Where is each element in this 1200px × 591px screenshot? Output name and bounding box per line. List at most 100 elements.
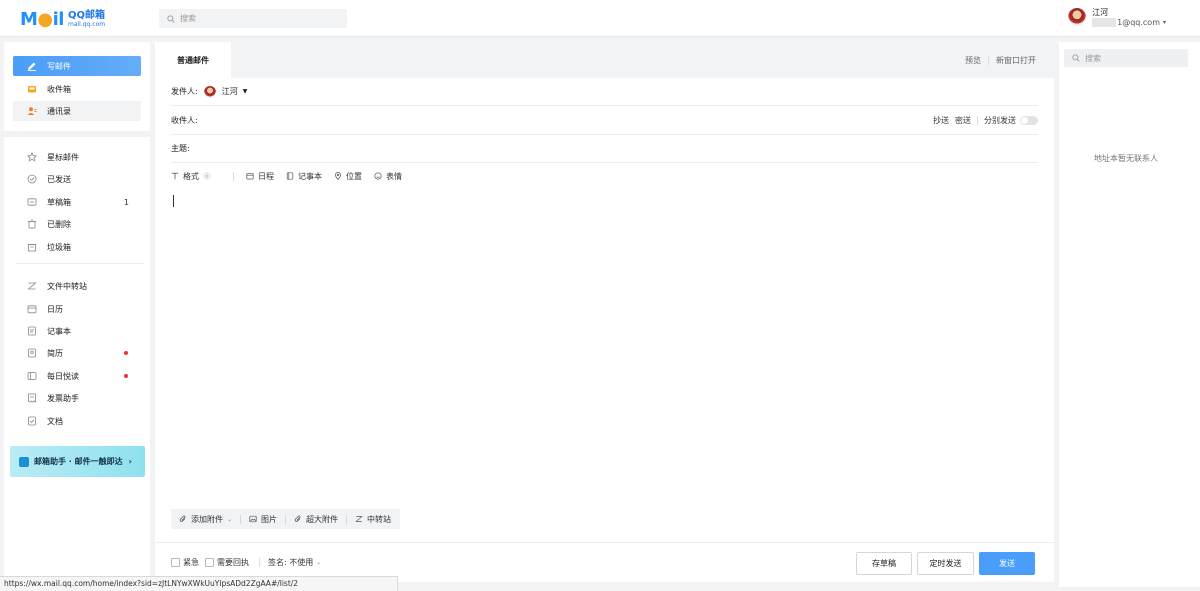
sidebar-item-contacts[interactable]: 通讯录 [13,101,141,121]
sidebar-item-label: 文档 [47,416,63,426]
emoji-icon [374,172,386,180]
paperclip-icon [179,515,191,523]
paperclip-icon [294,515,306,523]
sidebar-item-docs[interactable]: 文档 [13,411,141,431]
spam-icon [27,242,37,252]
avatar[interactable] [1068,8,1087,26]
large-attachment-button[interactable]: 超大附件 [294,514,338,525]
sidebar-item-label: 草稿箱 [47,197,71,207]
inbox-icon [27,84,37,94]
search-input[interactable]: 搜索 [159,9,347,28]
notepad-icon [27,326,37,336]
timed-send-button[interactable]: 定时发送 [917,552,974,575]
to-label: 收件人: [171,116,198,125]
image-button[interactable]: 图片 [249,514,277,525]
trash-icon [27,219,37,229]
format-button[interactable]: 格式 › [171,171,211,182]
sidebar-item-starred[interactable]: 星标邮件 [13,147,141,167]
draft-icon [27,197,37,207]
sidebar-item-drafts[interactable]: 草稿箱 1 [13,192,141,212]
chevron-right-icon: › [203,172,211,180]
search-placeholder: 搜索 [180,14,196,23]
logo-domain: mail.qq.com [67,20,106,28]
caret-down-icon[interactable]: ▼ [243,88,248,95]
sidebar-item-resume[interactable]: 简历 [13,343,141,363]
send-button[interactable]: 发送 [979,552,1035,575]
user-menu[interactable]: 江河 1@qq.com ▾ [1068,8,1166,27]
contact-search-input[interactable]: 搜索 [1064,49,1188,67]
schedule-button[interactable]: 日程 [246,171,274,182]
logo-text: QQ邮箱 [67,9,105,21]
subject-row[interactable]: 主题: [171,135,1038,163]
star-icon [27,152,37,162]
text-cursor[interactable] [173,195,174,207]
logo-mail-wordmark: M●il [20,8,65,30]
sent-icon [27,174,37,184]
separate-send-toggle[interactable] [1020,116,1038,125]
notepad-icon [286,172,298,180]
sidebar-item-label: 日历 [47,304,63,314]
emoji-button[interactable]: 表情 [374,171,402,182]
empty-contacts-text: 地址本暂无联系人 [1094,154,1158,163]
signature-select[interactable]: 签名: 不使用 [268,557,313,568]
attachment-bar: 添加附件 ⌄ 图片 超大附件 中转站 [171,509,400,529]
sidebar-item-label: 发票助手 [47,393,79,403]
checkbox-icon [205,558,214,567]
compose-panel: 普通邮件 预览 新窗口打开 发件人: 江河 ▼ 收件人: 抄送 密送 分别发送 … [155,42,1054,582]
separate-send-label: 分别发送 [984,116,1016,125]
urgent-checkbox[interactable]: 紧急 [171,557,199,568]
draft-count-badge: 1 [123,197,129,207]
sidebar-item-label: 垃圾箱 [47,242,71,252]
bcc-link[interactable]: 密送 [955,115,971,126]
reading-icon [27,371,37,381]
compose-label: 写邮件 [47,61,71,71]
sidebar-item-invoice-helper[interactable]: 发票助手 [13,388,141,408]
resume-icon [27,348,37,358]
user-name: 江河 [1092,8,1109,17]
chevron-down-icon[interactable]: ⌄ [316,559,321,566]
sidebar-item-notepad[interactable]: 记事本 [13,321,141,341]
sidebar-item-label: 收件箱 [47,84,71,94]
to-row[interactable]: 收件人: 抄送 密送 分别发送 [171,107,1038,135]
image-icon [249,515,261,523]
compose-button[interactable]: 写邮件 [13,56,141,76]
sidebar-item-label: 记事本 [47,326,71,336]
divider [16,263,144,264]
notification-dot [124,374,128,378]
sidebar-item-calendar[interactable]: 日历 [13,299,141,319]
transfer-station-button[interactable]: 中转站 [355,514,391,525]
sidebar-item-sent[interactable]: 已发送 [13,169,141,189]
receipt-checkbox[interactable]: 需要回执 [205,557,249,568]
notification-dot [124,351,128,355]
checkbox-icon [171,558,180,567]
chevron-down-icon: ⌄ [227,515,233,523]
preview-link[interactable]: 预览 [965,55,981,66]
save-draft-button[interactable]: 存草稿 [856,552,912,575]
sidebar-item-file-transfer[interactable]: 文件中转站 [13,276,141,296]
sidebar-item-spam[interactable]: 垃圾箱 [13,237,141,257]
location-button[interactable]: 位置 [334,171,362,182]
sidebar-item-deleted[interactable]: 已删除 [13,214,141,234]
pencil-icon [27,61,47,71]
notepad-button[interactable]: 记事本 [286,171,322,182]
from-name[interactable]: 江河 [222,86,238,97]
contacts-icon [27,106,37,116]
sidebar-item-daily-reading[interactable]: 每日悦读 [13,366,141,386]
mailbox-assistant-banner[interactable]: 邮箱助手 · 邮件一触即达 › [10,446,145,477]
tab-normal-mail[interactable]: 普通邮件 [155,42,231,78]
from-row: 发件人: 江河 ▼ [171,78,1038,106]
sidebar-item-inbox[interactable]: 收件箱 [13,79,141,99]
sidebar-item-label: 通讯录 [47,106,71,116]
sidebar-item-label: 已删除 [47,219,71,229]
open-new-window-link[interactable]: 新窗口打开 [996,55,1036,66]
logo[interactable]: M●il QQ邮箱 mail.qq.com [20,8,105,30]
invoice-icon [27,393,37,403]
calendar-icon [246,172,258,180]
sidebar-item-label: 简历 [47,348,63,358]
add-attachment-button[interactable]: 添加附件 ⌄ [179,514,232,525]
sender-avatar [203,85,216,98]
user-email: 1@qq.com ▾ [1092,18,1166,28]
search-icon [167,14,180,23]
chevron-down-icon: ▾ [1162,18,1166,26]
cc-link[interactable]: 抄送 [933,115,949,126]
